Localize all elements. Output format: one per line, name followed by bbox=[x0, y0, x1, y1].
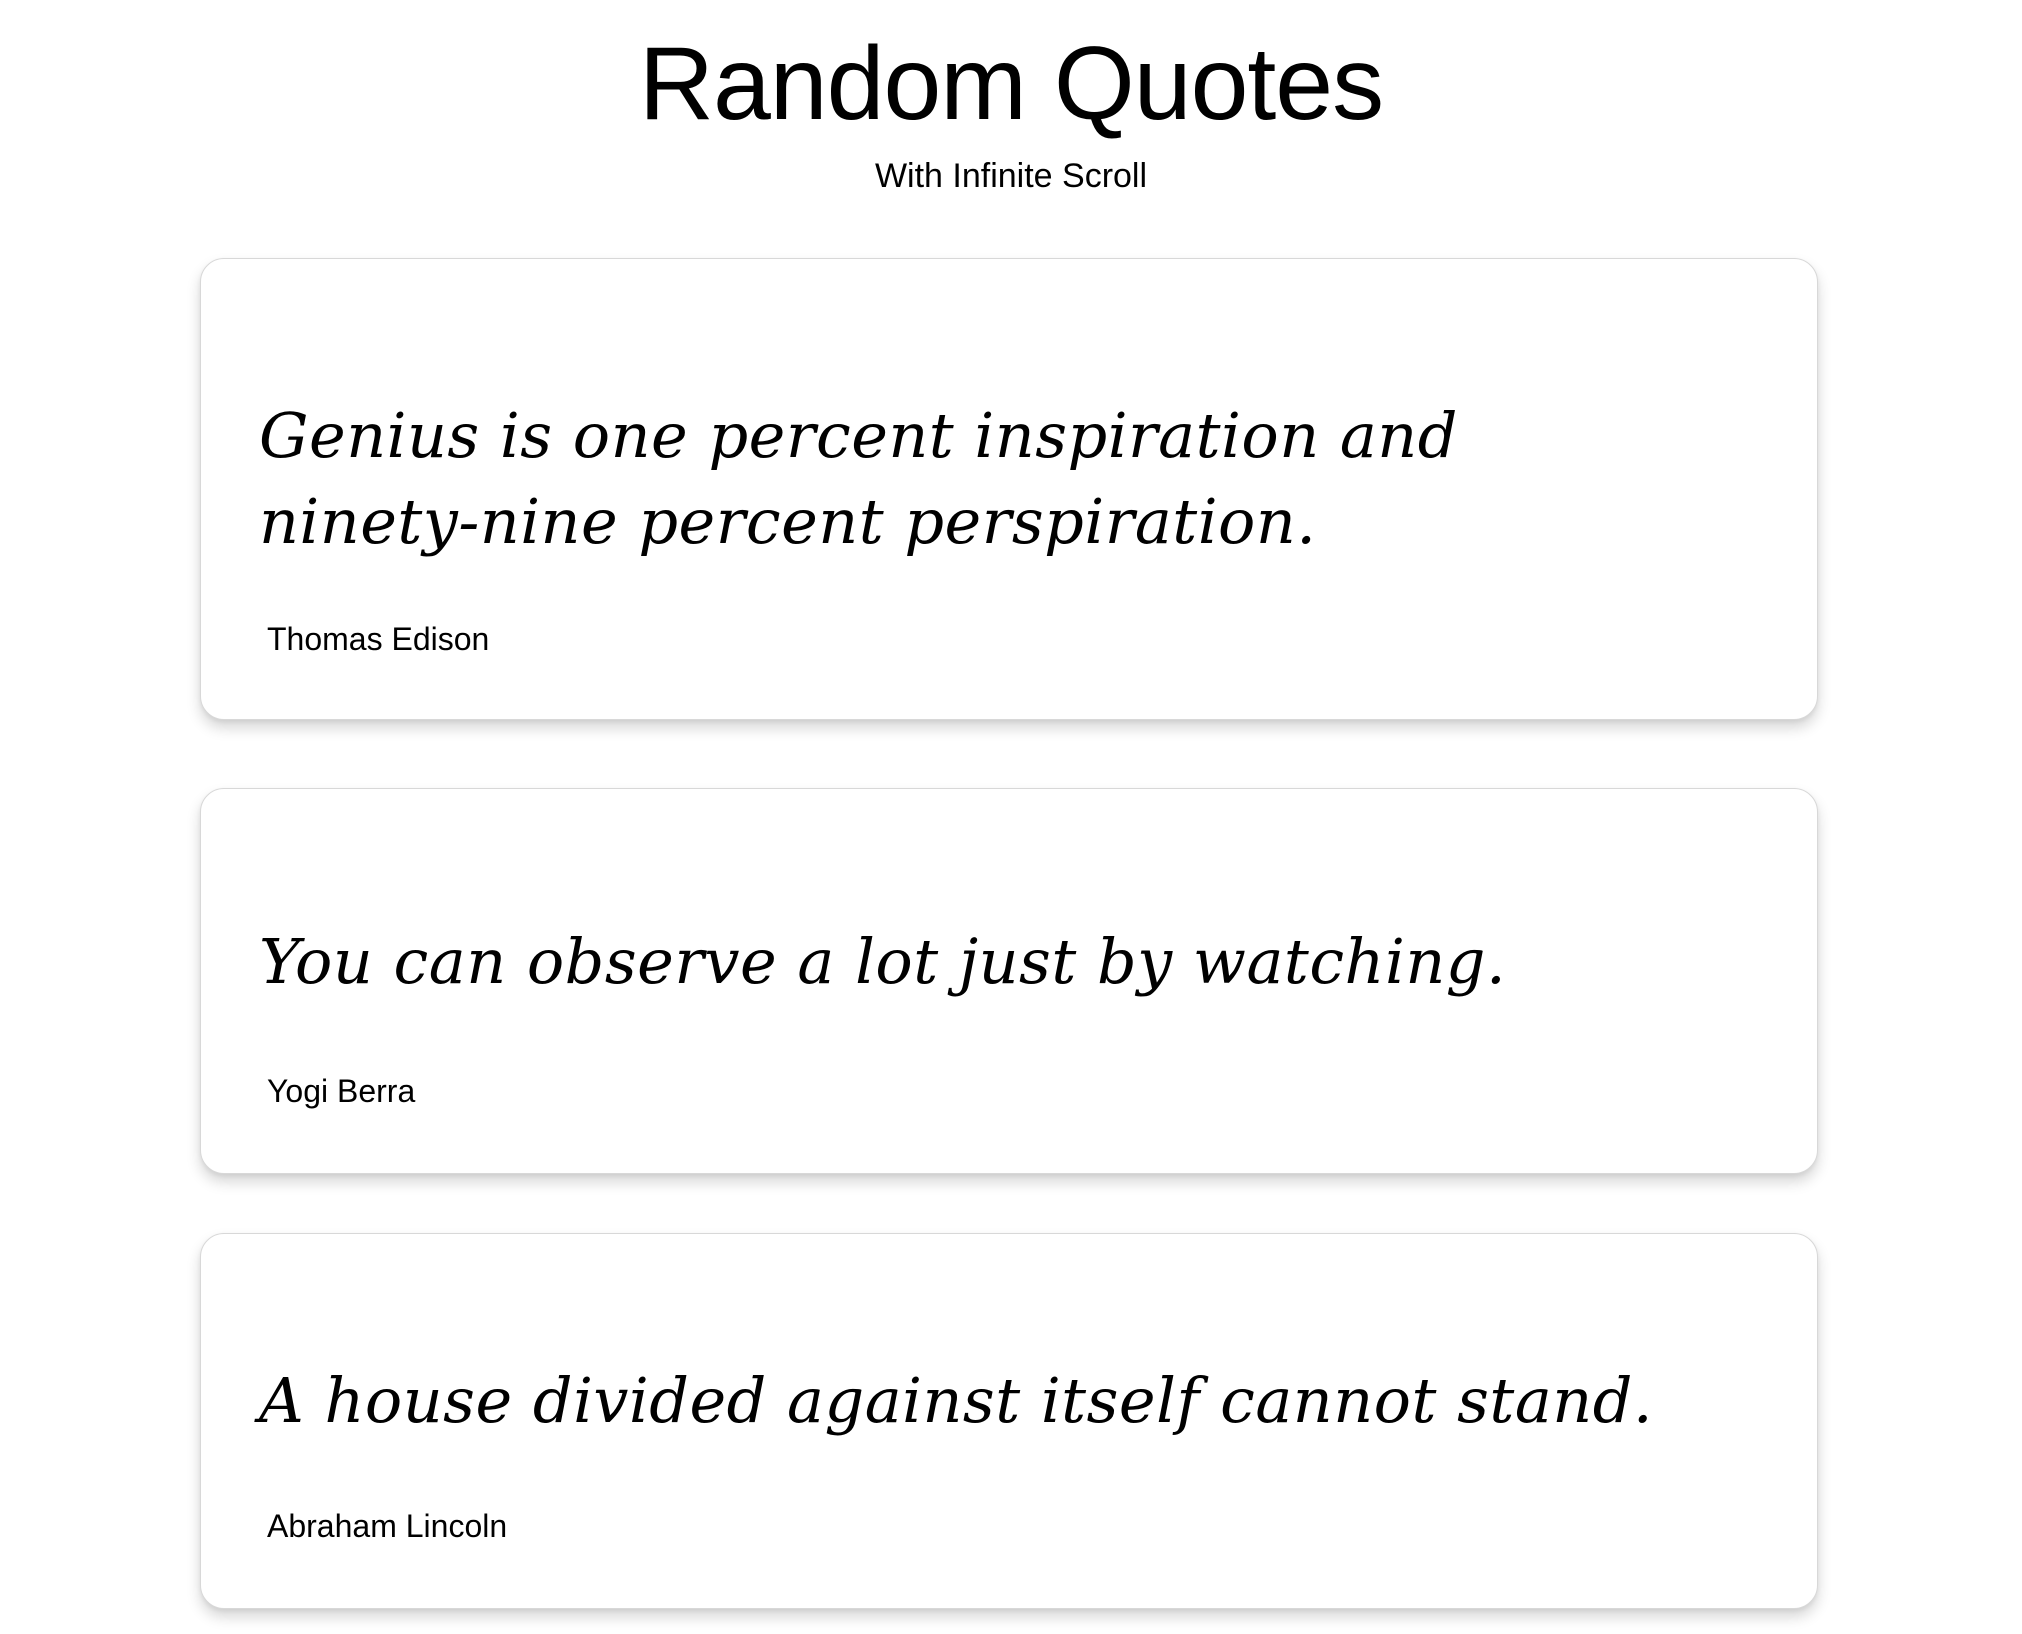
quote-author: Abraham Lincoln bbox=[267, 1508, 508, 1544]
quote-text: A house divided against itself cannot st… bbox=[259, 1364, 1654, 1437]
quote-author: Yogi Berra bbox=[267, 1073, 416, 1109]
quote-text: Genius is one percent inspiration and ni… bbox=[259, 399, 1458, 558]
quote-text: You can observe a lot just by watching. bbox=[259, 925, 1507, 998]
quote-author: Thomas Edison bbox=[267, 621, 490, 657]
quote-card: You can observe a lot just by watching. … bbox=[200, 788, 1818, 1174]
page-title: Random Quotes bbox=[638, 26, 1384, 142]
page-subtitle: With Infinite Scroll bbox=[874, 157, 1148, 195]
quote-card: Genius is one percent inspiration and ni… bbox=[200, 258, 1818, 720]
quote-card: A house divided against itself cannot st… bbox=[200, 1233, 1818, 1609]
